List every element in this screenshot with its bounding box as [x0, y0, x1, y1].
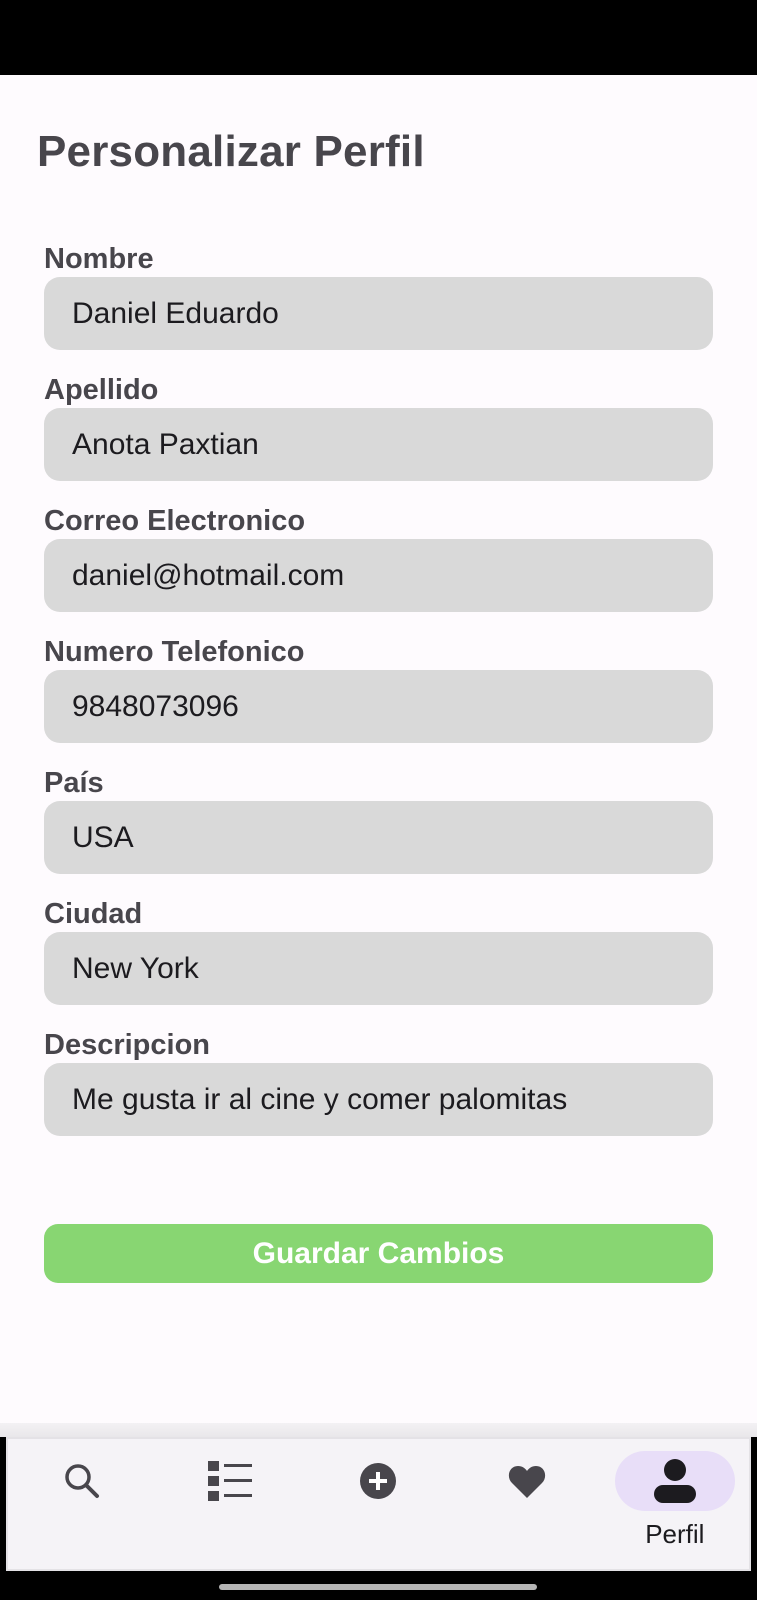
field-label-apellido: Apellido [44, 374, 159, 406]
gesture-handle[interactable] [219, 1584, 537, 1590]
field-ciudad: Ciudad [44, 896, 713, 1005]
status-bar [0, 0, 757, 75]
nav-pill-list [170, 1451, 290, 1511]
field-apellido: Apellido [44, 372, 713, 481]
search-icon [65, 1464, 100, 1498]
profile-screen: Personalizar Perfil Nombre Apellido Corr… [0, 75, 757, 1423]
phone-input[interactable] [44, 670, 713, 743]
field-pais: País [44, 765, 713, 874]
save-button[interactable]: Guardar Cambios [44, 1224, 713, 1283]
list-icon [208, 1461, 253, 1501]
nav-pill-add [318, 1451, 438, 1511]
nav-item-list[interactable] [170, 1449, 290, 1559]
nav-pill-favorites [467, 1451, 587, 1511]
add-circle-icon [360, 1463, 397, 1499]
nav-item-favorites[interactable] [467, 1449, 587, 1559]
field-descripcion: Descripcion [44, 1027, 713, 1136]
bottom-nav-divider [0, 1423, 757, 1437]
profile-form: Nombre Apellido Correo Electronico Numer… [44, 241, 713, 1158]
field-label-telefono: Numero Telefonico [44, 636, 305, 668]
bottom-navigation: Perfil [6, 1437, 751, 1571]
apellido-input[interactable] [44, 408, 713, 481]
field-correo: Correo Electronico [44, 503, 713, 612]
nav-item-perfil[interactable]: Perfil [614, 1449, 735, 1559]
heart-icon [508, 1466, 545, 1498]
person-icon [653, 1459, 696, 1503]
nombre-input[interactable] [44, 277, 713, 350]
description-input[interactable] [44, 1063, 713, 1136]
field-label-correo: Correo Electronico [44, 505, 306, 537]
field-telefono: Numero Telefonico [44, 634, 713, 743]
nav-pill-perfil [614, 1451, 735, 1511]
email-input[interactable] [44, 539, 713, 612]
nav-label-perfil: Perfil [645, 1519, 705, 1549]
field-label-descripcion: Descripcion [44, 1029, 210, 1061]
nav-item-search[interactable] [22, 1449, 142, 1559]
page-title: Personalizar Perfil [37, 127, 425, 176]
field-label-nombre: Nombre [44, 243, 154, 275]
field-nombre: Nombre [44, 241, 713, 350]
country-input[interactable] [44, 801, 713, 874]
field-label-pais: País [44, 767, 104, 799]
city-input[interactable] [44, 932, 713, 1005]
field-label-ciudad: Ciudad [44, 898, 143, 930]
nav-item-add[interactable] [318, 1449, 438, 1559]
nav-pill-search [22, 1451, 142, 1511]
